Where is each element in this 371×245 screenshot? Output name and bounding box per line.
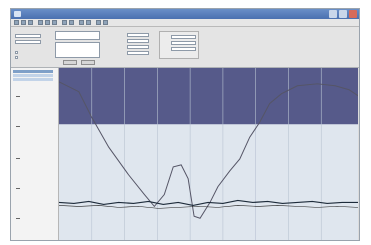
maximize-button[interactable] (339, 10, 347, 18)
y-tick (16, 126, 20, 127)
info-field-3[interactable] (171, 47, 196, 51)
info-field-1[interactable] (171, 35, 196, 39)
field-b-input[interactable] (127, 39, 149, 43)
plot-area (59, 124, 358, 240)
play-icon[interactable] (79, 20, 84, 25)
ok-button[interactable] (63, 60, 77, 65)
option-checkbox-2[interactable] (15, 56, 18, 59)
y-tick (16, 188, 20, 189)
option-checkbox-1[interactable] (15, 51, 18, 54)
settings-icon[interactable] (96, 20, 101, 25)
param-field-2[interactable] (15, 40, 41, 44)
zoom-in-icon[interactable] (62, 20, 67, 25)
help-icon[interactable] (103, 20, 108, 25)
plot-svg (59, 68, 358, 240)
field-d-input[interactable] (127, 51, 149, 55)
settings-panel (11, 27, 359, 68)
y-tick (16, 96, 20, 97)
cut-icon[interactable] (38, 20, 43, 25)
y-tick (16, 158, 20, 159)
param-field-1[interactable] (15, 34, 41, 38)
title-bar (11, 9, 359, 19)
close-button[interactable] (349, 10, 357, 18)
channel-sidebar (11, 68, 59, 240)
field-c-input[interactable] (127, 45, 149, 49)
toolbar (11, 19, 359, 27)
signal-plot[interactable] (59, 68, 358, 240)
cancel-button[interactable] (81, 60, 95, 65)
name-input[interactable] (55, 31, 100, 40)
paste-icon[interactable] (52, 20, 57, 25)
channel-item-3[interactable] (13, 78, 53, 81)
app-window (10, 8, 360, 241)
app-icon (14, 11, 21, 17)
save-icon[interactable] (21, 20, 26, 25)
y-tick (16, 218, 20, 219)
print-icon[interactable] (28, 20, 33, 25)
copy-icon[interactable] (45, 20, 50, 25)
info-field-2[interactable] (171, 41, 196, 45)
channel-item-1[interactable] (13, 70, 53, 73)
channel-item-2[interactable] (13, 74, 53, 77)
field-a-input[interactable] (127, 33, 149, 37)
open-icon[interactable] (14, 20, 19, 25)
header-band (59, 68, 358, 125)
notes-textarea[interactable] (55, 42, 100, 58)
stop-icon[interactable] (86, 20, 91, 25)
minimize-button[interactable] (329, 10, 337, 18)
zoom-out-icon[interactable] (69, 20, 74, 25)
